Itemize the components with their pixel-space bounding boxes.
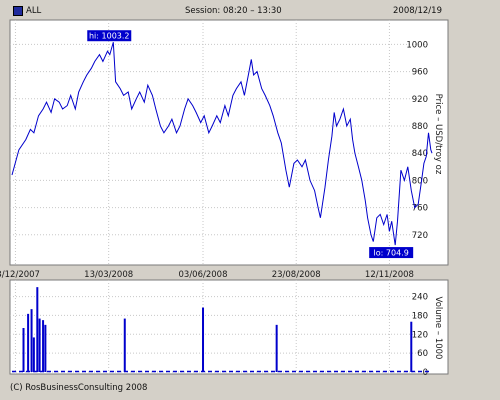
copyright: (C) RosBusinessConsulting 2008 <box>10 383 148 393</box>
volume-bar <box>410 321 413 372</box>
volume-bar <box>27 313 30 372</box>
price-y-tick-label: 1000 <box>406 40 428 50</box>
price-y-tick-label: 960 <box>412 68 428 78</box>
x-tick-label: 23/12/2007 <box>0 270 40 280</box>
volume-bar <box>42 320 45 372</box>
price-y-tick-label: 800 <box>412 176 428 186</box>
volume-bar <box>275 324 278 372</box>
volume-bar <box>30 309 33 372</box>
price-y-tick-label: 720 <box>412 231 428 241</box>
volume-bar <box>44 324 47 372</box>
volume-bar <box>32 337 35 372</box>
volume-panel <box>9 279 449 375</box>
price-axis-label: Price – USD/troy oz <box>433 94 443 175</box>
price-y-tick-label: 880 <box>412 122 428 132</box>
volume-axis-label: Volume – 1000 <box>433 297 443 360</box>
volume-bar <box>38 318 41 372</box>
x-tick-label: 13/03/2008 <box>84 270 133 280</box>
volume-bar <box>22 328 25 372</box>
volume-y-tick-label: 0 <box>423 368 428 378</box>
volume-bar <box>36 287 39 372</box>
x-tick-label: 12/11/2008 <box>365 270 414 280</box>
volume-bar <box>202 307 205 372</box>
volume-bar <box>123 318 126 372</box>
price-panel <box>9 19 449 266</box>
lo-flag-label: lo: 704.9 <box>374 249 409 258</box>
chart-window: ALL Session: 08:20 – 13:30 2008/12/19 72… <box>0 0 500 400</box>
x-ticks: 23/12/2007 13/03/2008 03/06/2008 23/08/2008… <box>0 270 414 280</box>
price-y-tick-label: 920 <box>412 95 428 105</box>
chart-canvas: 7207608008408809209601000 060120180240 2… <box>0 19 449 378</box>
x-tick-label: 23/08/2008 <box>272 270 321 280</box>
volume-y-tick-label: 240 <box>412 293 428 303</box>
volume-y-tick-label: 120 <box>412 330 428 340</box>
x-tick-label: 03/06/2008 <box>179 270 228 280</box>
volume-y-tick-label: 180 <box>412 311 428 321</box>
volume-y-tick-label: 60 <box>417 349 428 359</box>
hi-flag-label: hi: 1003.2 <box>89 32 130 41</box>
